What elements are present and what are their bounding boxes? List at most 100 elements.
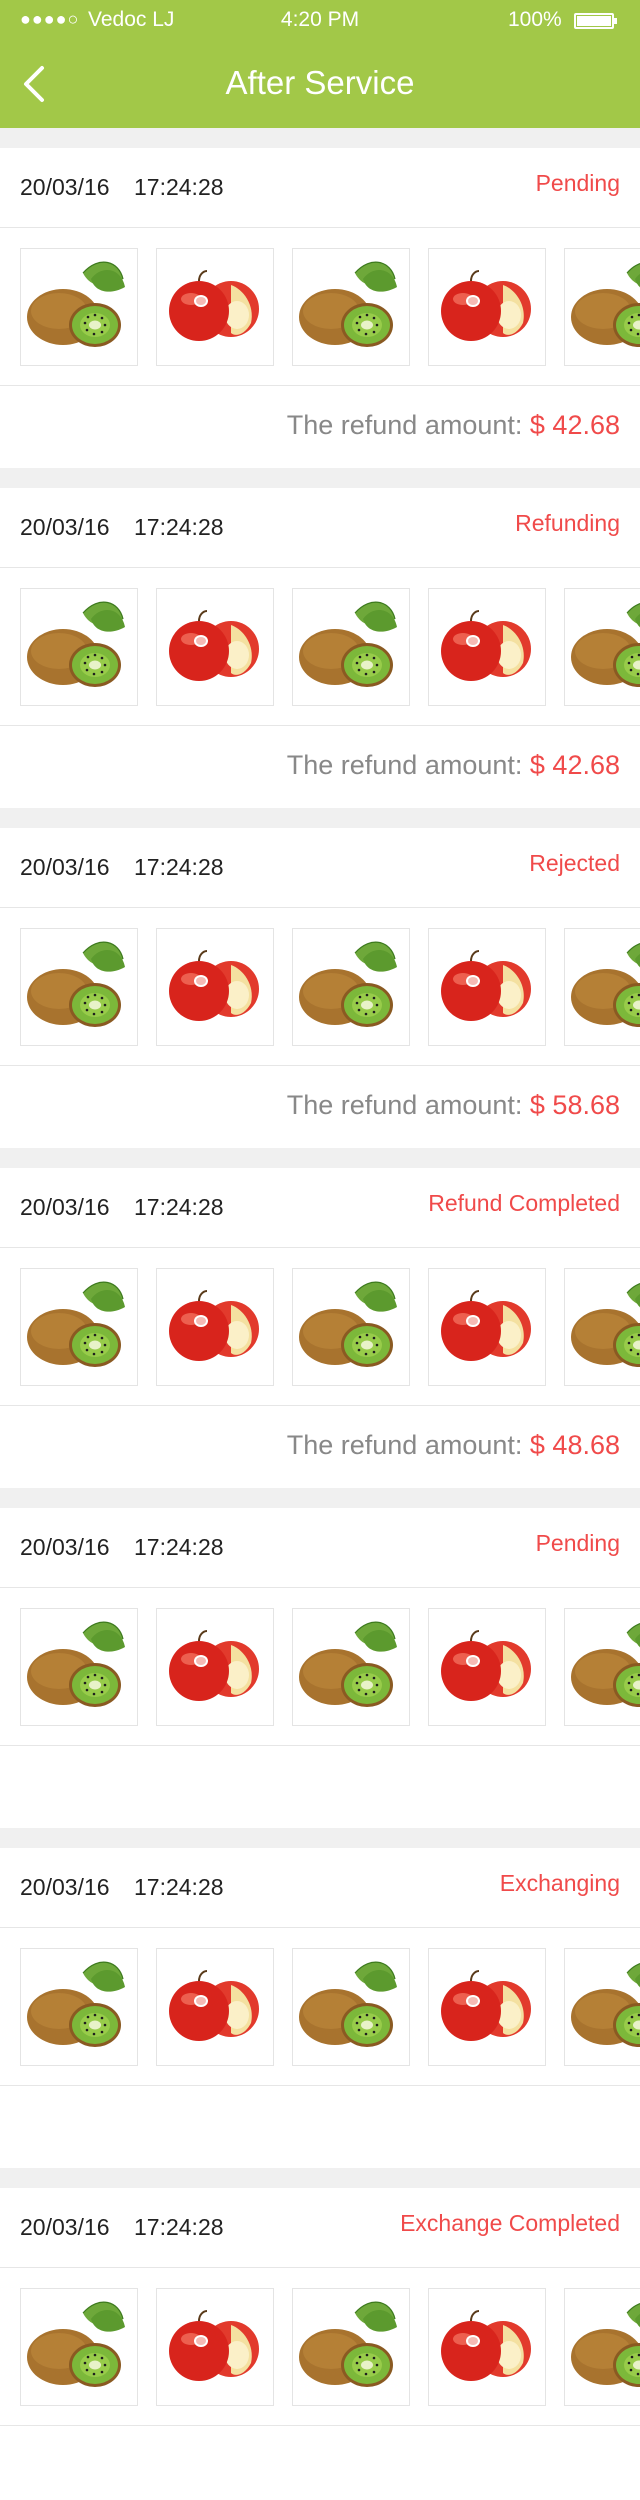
order-card[interactable]: 20/03/16 17:24:28 Rejected The refund am… xyxy=(0,828,640,1148)
product-thumbnail[interactable] xyxy=(156,588,274,706)
refund-label: The refund amount: xyxy=(286,410,523,440)
product-thumbnail[interactable] xyxy=(156,1948,274,2066)
kiwi-image xyxy=(27,2301,125,2387)
refund-amount: $ 58.68 xyxy=(529,1090,620,1120)
product-thumbnail[interactable] xyxy=(156,1268,274,1386)
order-date: 20/03/16 xyxy=(20,174,110,200)
kiwi-image xyxy=(571,943,640,1027)
product-thumbnail[interactable] xyxy=(20,588,138,706)
order-date: 20/03/16 xyxy=(20,514,110,540)
order-card[interactable]: 20/03/16 17:24:28 Refund Completed The r… xyxy=(0,1168,640,1488)
product-thumbnail[interactable] xyxy=(564,248,640,366)
order-status: Exchange Completed xyxy=(400,2210,620,2236)
product-thumbnail[interactable] xyxy=(564,588,640,706)
kiwi-image xyxy=(299,1281,397,1367)
product-thumbnail[interactable] xyxy=(20,1268,138,1386)
product-thumbnail[interactable] xyxy=(564,1948,640,2066)
product-thumbnail[interactable] xyxy=(428,588,546,706)
product-thumbnail[interactable] xyxy=(156,2288,274,2406)
product-thumbnail[interactable] xyxy=(428,248,546,366)
order-card[interactable]: 20/03/16 17:24:28 Refunding The refund a… xyxy=(0,488,640,808)
product-strip[interactable] xyxy=(0,2268,640,2426)
product-thumbnail[interactable] xyxy=(292,248,410,366)
product-thumbnail[interactable] xyxy=(292,928,410,1046)
order-status: Rejected xyxy=(529,850,620,876)
product-thumbnail[interactable] xyxy=(292,1268,410,1386)
product-thumbnail[interactable] xyxy=(428,1608,546,1726)
apple-image xyxy=(441,1290,531,1361)
product-thumbnail[interactable] xyxy=(564,1268,640,1386)
product-thumbnail[interactable] xyxy=(428,1948,546,2066)
order-date: 20/03/16 xyxy=(20,1874,110,1900)
product-thumbnail[interactable] xyxy=(292,1948,410,2066)
product-thumbnail[interactable] xyxy=(20,248,138,366)
kiwi-image xyxy=(27,261,125,347)
apple-image xyxy=(441,610,531,681)
product-thumbnail[interactable] xyxy=(20,1608,138,1726)
order-date: 20/03/16 xyxy=(20,854,110,880)
apple-image xyxy=(169,1970,259,2041)
order-time: 17:24:28 xyxy=(134,1534,224,1560)
product-strip[interactable] xyxy=(0,568,640,726)
product-thumbnail[interactable] xyxy=(428,2288,546,2406)
kiwi-image xyxy=(571,603,640,687)
refund-label: The refund amount: xyxy=(286,750,523,780)
status-bar: ●●●●○ Vedoc LJ 4:20 PM 100% xyxy=(0,0,640,40)
kiwi-image xyxy=(27,1281,125,1367)
kiwi-image xyxy=(27,1961,125,2047)
order-status: Refund Completed xyxy=(428,1190,620,1216)
order-footer xyxy=(0,1746,640,1826)
refund-summary: The refund amount: $ 58.68 xyxy=(287,1090,620,1121)
product-thumbnail[interactable] xyxy=(428,1268,546,1386)
product-thumbnail[interactable] xyxy=(292,2288,410,2406)
kiwi-image xyxy=(571,2303,640,2387)
battery-icon xyxy=(574,13,617,29)
product-strip[interactable] xyxy=(0,1588,640,1746)
product-thumbnail[interactable] xyxy=(564,2288,640,2406)
product-strip[interactable] xyxy=(0,908,640,1066)
product-thumbnail[interactable] xyxy=(156,1608,274,1726)
apple-image xyxy=(441,2310,531,2381)
product-thumbnail[interactable] xyxy=(564,1608,640,1726)
apple-image xyxy=(441,1630,531,1701)
product-strip[interactable] xyxy=(0,1248,640,1406)
product-thumbnail[interactable] xyxy=(156,928,274,1046)
order-card[interactable]: 20/03/16 17:24:28 Exchange Completed xyxy=(0,2188,640,2500)
product-thumbnail[interactable] xyxy=(428,928,546,1046)
apple-image xyxy=(169,270,259,341)
product-thumbnail[interactable] xyxy=(20,928,138,1046)
order-footer: The refund amount: $ 48.68 xyxy=(0,1406,640,1486)
order-status: Exchanging xyxy=(499,1870,620,1896)
order-header: 20/03/16 17:24:28 Pending xyxy=(0,148,640,228)
order-time: 17:24:28 xyxy=(134,854,224,880)
kiwi-image xyxy=(299,261,397,347)
refund-summary: The refund amount: $ 42.68 xyxy=(287,750,620,781)
kiwi-image xyxy=(571,263,640,347)
order-card[interactable]: 20/03/16 17:24:28 Pending xyxy=(0,1508,640,1828)
product-thumbnail[interactable] xyxy=(20,1948,138,2066)
order-card[interactable]: 20/03/16 17:24:28 Exchanging xyxy=(0,1848,640,2168)
apple-image xyxy=(169,950,259,1021)
order-header: 20/03/16 17:24:28 Pending xyxy=(0,1508,640,1588)
refund-summary: The refund amount: $ 48.68 xyxy=(287,1430,620,1461)
order-date: 20/03/16 xyxy=(20,1534,110,1560)
kiwi-image xyxy=(299,1621,397,1707)
order-footer xyxy=(0,2086,640,2166)
order-card[interactable]: 20/03/16 17:24:28 Pending xyxy=(0,148,640,468)
apple-image xyxy=(169,1290,259,1361)
order-header: 20/03/16 17:24:28 Exchange Completed xyxy=(0,2188,640,2268)
product-thumbnail[interactable] xyxy=(156,248,274,366)
product-thumbnail[interactable] xyxy=(292,588,410,706)
product-thumbnail[interactable] xyxy=(292,1608,410,1726)
kiwi-image xyxy=(27,1621,125,1707)
product-strip[interactable] xyxy=(0,228,640,386)
order-time: 17:24:28 xyxy=(134,1194,224,1220)
product-thumbnail[interactable] xyxy=(564,928,640,1046)
order-footer: The refund amount: $ 42.68 xyxy=(0,726,640,806)
product-thumbnail[interactable] xyxy=(20,2288,138,2406)
order-date: 20/03/16 xyxy=(20,2214,110,2240)
kiwi-image xyxy=(571,1623,640,1707)
refund-amount: $ 42.68 xyxy=(529,410,620,440)
product-strip[interactable] xyxy=(0,1928,640,2086)
order-time: 17:24:28 xyxy=(134,1874,224,1900)
